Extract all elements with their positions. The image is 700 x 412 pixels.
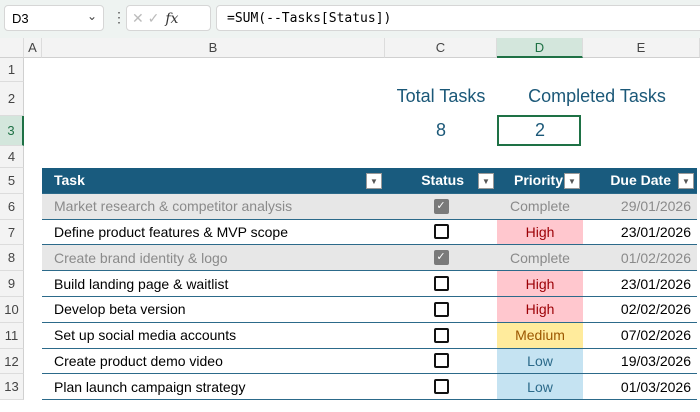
row-header-13[interactable]: 13: [0, 374, 24, 401]
formula-bar: D3 ⌄ ⋮ ✕ ✓ fx =SUM(--Tasks[Status]): [0, 0, 700, 38]
table-row: Develop beta version High 02/02/2026: [42, 296, 697, 323]
header-priority: Priority ▼: [497, 168, 583, 193]
row-header-1[interactable]: 1: [0, 58, 24, 82]
header-label: Status: [421, 172, 464, 189]
table-row: Create brand identity & logo ✓ Complete 01/…: [42, 245, 697, 272]
status-checkbox[interactable]: [433, 379, 449, 395]
name-box[interactable]: D3 ⌄: [4, 5, 104, 31]
table-header-row: Task ▼ Status ▼ Priority ▼ Due Date ▼: [42, 168, 697, 194]
row-header-4[interactable]: 4: [0, 146, 24, 168]
due-date-cell[interactable]: 23/01/2026: [583, 220, 697, 245]
task-cell[interactable]: Plan launch campaign strategy: [42, 374, 385, 399]
priority-cell[interactable]: Complete: [497, 245, 583, 270]
status-cell: ✓: [385, 194, 497, 219]
column-header-b[interactable]: B: [42, 38, 385, 58]
insert-function-icon[interactable]: fx: [165, 11, 178, 27]
filter-dropdown-icon[interactable]: ▼: [564, 173, 580, 189]
status-checkbox[interactable]: [433, 276, 449, 292]
task-cell[interactable]: Set up social media accounts: [42, 323, 385, 348]
cancel-icon[interactable]: ✕: [132, 10, 144, 26]
due-date-cell[interactable]: 23/01/2026: [583, 271, 697, 296]
task-cell[interactable]: Create brand identity & logo: [42, 245, 385, 270]
completed-tasks-value[interactable]: 2: [497, 120, 583, 141]
name-box-value: D3: [12, 11, 29, 26]
row-header-11[interactable]: 11: [0, 322, 24, 349]
enter-icon[interactable]: ✓: [148, 10, 160, 26]
due-date-cell[interactable]: 01/02/2026: [583, 245, 697, 270]
priority-cell[interactable]: Low: [497, 348, 583, 374]
table-row: Create product demo video Low 19/03/2026: [42, 348, 697, 375]
more-icon[interactable]: ⋮: [112, 9, 126, 26]
due-date-cell[interactable]: 02/02/2026: [583, 297, 697, 322]
status-cell: [385, 271, 497, 296]
status-cell: [385, 349, 497, 374]
status-checkbox[interactable]: [433, 327, 449, 343]
priority-cell[interactable]: Complete: [497, 194, 583, 219]
priority-cell[interactable]: Low: [497, 374, 583, 400]
status-cell: [385, 220, 497, 245]
row-header-12[interactable]: 12: [0, 348, 24, 375]
filter-dropdown-icon[interactable]: ▼: [678, 173, 694, 189]
formula-buttons: ✕ ✓ fx: [126, 5, 211, 31]
column-header-c[interactable]: C: [385, 38, 497, 58]
due-date-cell[interactable]: 29/01/2026: [583, 194, 697, 219]
task-cell[interactable]: Define product features & MVP scope: [42, 220, 385, 245]
due-date-cell[interactable]: 07/02/2026: [583, 323, 697, 348]
due-date-cell[interactable]: 19/03/2026: [583, 349, 697, 374]
due-date-cell[interactable]: 01/03/2026: [583, 374, 697, 399]
status-cell: [385, 374, 497, 399]
formula-input[interactable]: =SUM(--Tasks[Status]): [216, 5, 700, 31]
column-header-a[interactable]: A: [24, 38, 42, 58]
status-checkbox[interactable]: ✓: [433, 250, 449, 266]
priority-cell[interactable]: Medium: [497, 322, 583, 348]
row-header-7[interactable]: 7: [0, 219, 24, 246]
table-row: Market research & competitor analysis ✓ Co…: [42, 193, 697, 220]
table-row: Plan launch campaign strategy Low 01/03/20…: [42, 374, 697, 401]
row-header-9[interactable]: 9: [0, 271, 24, 297]
task-cell[interactable]: Market research & competitor analysis: [42, 194, 385, 219]
tasks-table: Task ▼ Status ▼ Priority ▼ Due Date ▼ Market…: [42, 168, 697, 401]
status-checkbox[interactable]: [433, 301, 449, 317]
row-header-5[interactable]: 5: [0, 168, 24, 194]
task-cell[interactable]: Develop beta version: [42, 297, 385, 322]
status-cell: ✓: [385, 245, 497, 270]
filter-dropdown-icon[interactable]: ▼: [366, 173, 382, 189]
row-header-6[interactable]: 6: [0, 193, 24, 220]
task-cell[interactable]: Create product demo video: [42, 349, 385, 374]
status-cell: [385, 297, 497, 322]
row-header-8[interactable]: 8: [0, 245, 24, 272]
status-checkbox[interactable]: ✓: [433, 198, 449, 214]
column-header-e[interactable]: E: [583, 38, 700, 58]
header-label: Priority: [513, 172, 563, 189]
table-row: Build landing page & waitlist High 23/01/2…: [42, 271, 697, 297]
table-row: Set up social media accounts Medium 07/02/…: [42, 322, 697, 349]
chevron-down-icon[interactable]: ⌄: [87, 9, 97, 23]
header-label: Task: [54, 172, 85, 189]
total-tasks-label: Total Tasks: [396, 86, 486, 106]
priority-cell[interactable]: High: [497, 271, 583, 296]
row-header-2[interactable]: 2: [0, 82, 24, 116]
task-cell[interactable]: Build landing page & waitlist: [42, 271, 385, 296]
column-header-d[interactable]: D: [497, 38, 583, 58]
header-status: Status ▼: [385, 168, 497, 193]
select-all-corner[interactable]: [0, 38, 24, 58]
completed-tasks-label: Completed Tasks: [528, 86, 666, 106]
priority-cell[interactable]: High: [497, 296, 583, 322]
row-header-3[interactable]: 3: [0, 116, 24, 146]
row-header-10[interactable]: 10: [0, 297, 24, 323]
priority-cell[interactable]: High: [497, 219, 583, 245]
filter-dropdown-icon[interactable]: ▼: [478, 173, 494, 189]
total-tasks-value[interactable]: 8: [385, 120, 497, 141]
header-due-date: Due Date ▼: [583, 168, 697, 193]
table-row: Define product features & MVP scope High 2…: [42, 219, 697, 246]
status-cell: [385, 323, 497, 348]
header-task: Task ▼: [42, 168, 385, 193]
header-label: Due Date: [610, 172, 671, 189]
status-checkbox[interactable]: [433, 353, 449, 369]
status-checkbox[interactable]: [433, 224, 449, 240]
